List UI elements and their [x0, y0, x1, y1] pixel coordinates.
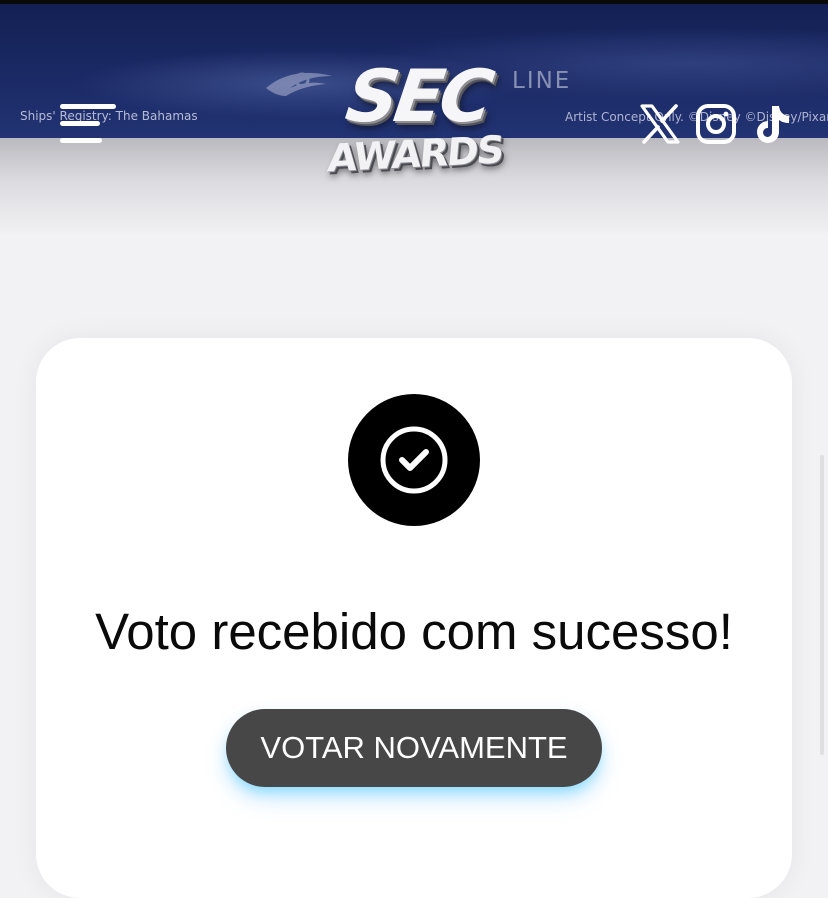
top-edge — [0, 0, 828, 4]
check-circle-icon — [348, 394, 480, 526]
success-message: Voto recebido com sucesso! — [95, 603, 733, 660]
logo-sec-text: SEC — [341, 54, 495, 138]
vote-again-button[interactable]: VOTAR NOVAMENTE — [226, 709, 602, 787]
scrollbar[interactable] — [820, 455, 824, 755]
tiktok-icon[interactable] — [750, 102, 794, 146]
hamburger-menu-icon[interactable] — [56, 100, 120, 148]
site-header: LINE Ships' Registry: The Bahamas Artist… — [0, 0, 828, 236]
logo-awards-text: AWARDS — [325, 127, 505, 181]
x-icon[interactable] — [638, 102, 682, 146]
confirmation-card: Voto recebido com sucesso! VOTAR NOVAMEN… — [36, 338, 792, 898]
instagram-icon[interactable] — [694, 102, 738, 146]
banner-line-text: LINE — [512, 68, 572, 94]
sec-awards-logo[interactable]: SEC AWARDS — [322, 54, 508, 186]
